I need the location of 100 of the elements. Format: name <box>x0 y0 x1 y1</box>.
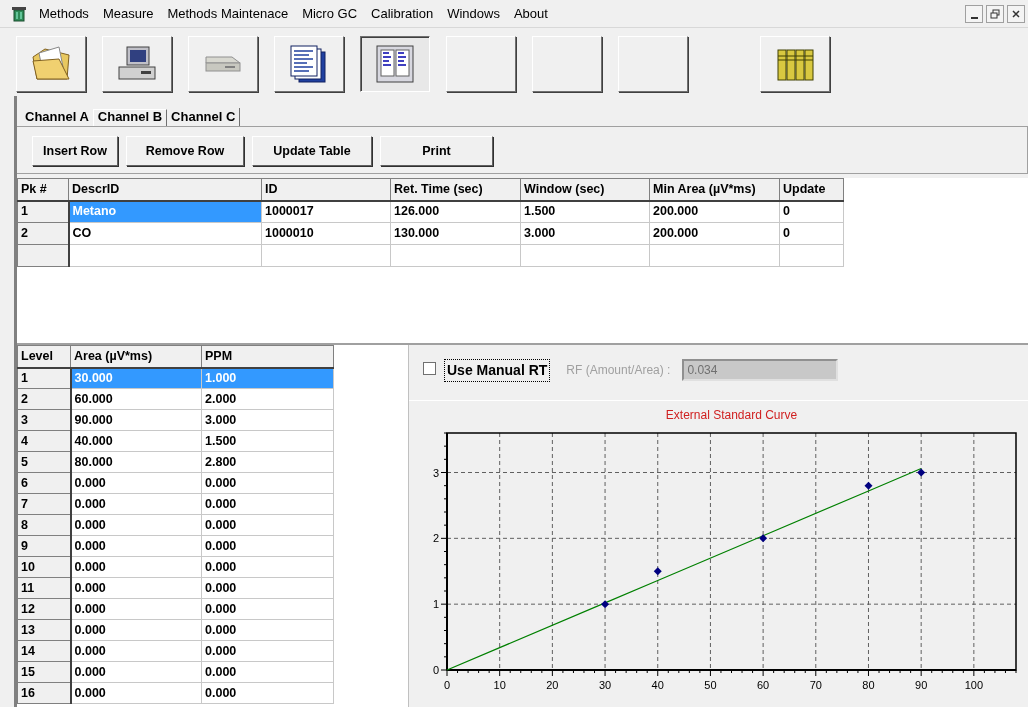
bin-icon <box>10 5 28 22</box>
axis-label: 2 <box>432 532 439 545</box>
axis-label: 40 <box>651 679 664 691</box>
row-header[interactable]: 2 <box>17 222 69 245</box>
close-button[interactable] <box>1007 4 1025 23</box>
row-header[interactable]: 2 <box>17 388 71 410</box>
table-cell: 0.000 <box>201 640 334 662</box>
table-cell: 0.000 <box>201 682 334 704</box>
axis-label: 80 <box>862 679 875 691</box>
table-cell: 0.000 <box>70 472 202 494</box>
minimize-icon <box>970 16 978 19</box>
table-cell: 0.000 <box>70 493 202 515</box>
table-cell: 130.000 <box>390 222 521 245</box>
axis-label: 90 <box>915 679 928 691</box>
row-header[interactable]: 11 <box>17 577 71 599</box>
menu-item[interactable]: About <box>506 2 555 25</box>
table-cell: 0.000 <box>70 514 202 536</box>
table-cell: 200.000 <box>649 200 780 223</box>
axis-label: 20 <box>546 679 559 691</box>
row-header[interactable]: 7 <box>17 493 71 515</box>
menu-item[interactable]: Calibration <box>364 2 441 25</box>
data-point <box>917 468 926 477</box>
table-cell: 60.000 <box>70 388 202 410</box>
table-cell: CO <box>68 222 262 245</box>
table-cell: 2.800 <box>201 451 334 473</box>
column-header[interactable]: Min Area (µV*ms) <box>649 178 780 201</box>
device-icon <box>205 56 241 72</box>
button[interactable]: Insert Row <box>32 136 118 166</box>
tab[interactable]: Channel A <box>21 108 93 126</box>
computer-icon <box>115 45 159 83</box>
row-header[interactable]: 3 <box>17 409 71 431</box>
column-header[interactable]: PPM <box>201 345 334 368</box>
button[interactable]: Remove Row <box>126 136 244 166</box>
row-header[interactable]: 4 <box>17 430 71 452</box>
table-cell: 0.000 <box>70 619 202 641</box>
table-cell: 1.500 <box>201 430 334 452</box>
row-header[interactable]: 10 <box>17 556 71 578</box>
axis-label: 70 <box>809 679 822 691</box>
column-header[interactable]: DescrID <box>68 178 262 201</box>
column-header[interactable]: Ret. Time (sec) <box>390 178 521 201</box>
table-cell: 0.000 <box>201 514 334 536</box>
row-header[interactable]: 13 <box>17 619 71 641</box>
table-cell: 0.000 <box>201 619 334 641</box>
data-point <box>759 534 768 543</box>
column-header[interactable]: ID <box>261 178 391 201</box>
row-header[interactable]: 8 <box>17 514 71 536</box>
table-cell: 0.000 <box>70 661 202 683</box>
row-header[interactable]: 16 <box>17 682 71 704</box>
row-header[interactable]: 1 <box>17 367 71 389</box>
axis-label: 0 <box>443 679 451 691</box>
table-cell: 3.000 <box>201 409 334 431</box>
column-header[interactable]: Window (sec) <box>520 178 650 201</box>
restore-button[interactable] <box>986 4 1004 23</box>
row-header[interactable]: 9 <box>17 535 71 557</box>
tab[interactable]: Channel B <box>92 109 168 126</box>
tab[interactable]: Channel C <box>167 108 241 126</box>
menu-item[interactable]: Methods <box>32 2 96 25</box>
row-header[interactable]: 5 <box>17 451 71 473</box>
menu-item[interactable]: Micro GC <box>295 2 365 25</box>
table-icon <box>375 44 415 84</box>
axis-label: 10 <box>493 679 506 691</box>
table-cell: 0.000 <box>70 682 202 704</box>
row-header[interactable]: 15 <box>17 661 71 683</box>
table-cell: 200.000 <box>649 222 780 245</box>
table-cell: 0.000 <box>201 556 334 578</box>
minimize-button[interactable] <box>965 4 983 23</box>
column-header[interactable]: Pk # <box>17 178 69 201</box>
button[interactable]: Print <box>380 136 493 166</box>
toolbar-button[interactable] <box>360 36 430 92</box>
row-header[interactable]: 1 <box>17 200 69 223</box>
axis-label: 100 <box>964 679 984 691</box>
close-icon <box>1011 8 1021 19</box>
column-header[interactable]: Update <box>779 178 844 201</box>
chart-title: External Standard Curve <box>665 408 798 422</box>
button[interactable]: Update Table <box>252 136 372 166</box>
column-header[interactable]: Area (µV*ms) <box>70 345 202 368</box>
table-cell: 126.000 <box>390 200 521 223</box>
menu-item[interactable]: Methods Maintenace <box>160 2 296 25</box>
data-point <box>864 481 873 490</box>
table-cell: 2.000 <box>201 388 334 410</box>
menu-item[interactable]: Windows <box>440 2 507 25</box>
table-cell: 0.000 <box>70 598 202 620</box>
table-cell: 0.000 <box>201 472 334 494</box>
table-cell: 0.000 <box>70 577 202 599</box>
row-header[interactable]: 6 <box>17 472 71 494</box>
checkbox-label[interactable]: Use Manual RT <box>444 359 551 382</box>
table-cell: 1000010 <box>261 222 391 245</box>
row-header[interactable]: 14 <box>17 640 71 662</box>
axis-label: 50 <box>704 679 717 691</box>
table-cell: 90.000 <box>70 409 202 431</box>
table-cell: 0.000 <box>201 661 334 683</box>
column-header[interactable]: Level <box>17 345 71 368</box>
folder-icon <box>29 45 73 83</box>
table-cell: 40.000 <box>70 430 202 452</box>
table-cell: 0 <box>779 200 844 223</box>
checkbox[interactable] <box>423 362 436 375</box>
menu-item[interactable]: Measure <box>95 2 161 25</box>
row-header[interactable]: 12 <box>17 598 71 620</box>
table-cell: 0.000 <box>201 577 334 599</box>
table-cell: 0.000 <box>201 598 334 620</box>
